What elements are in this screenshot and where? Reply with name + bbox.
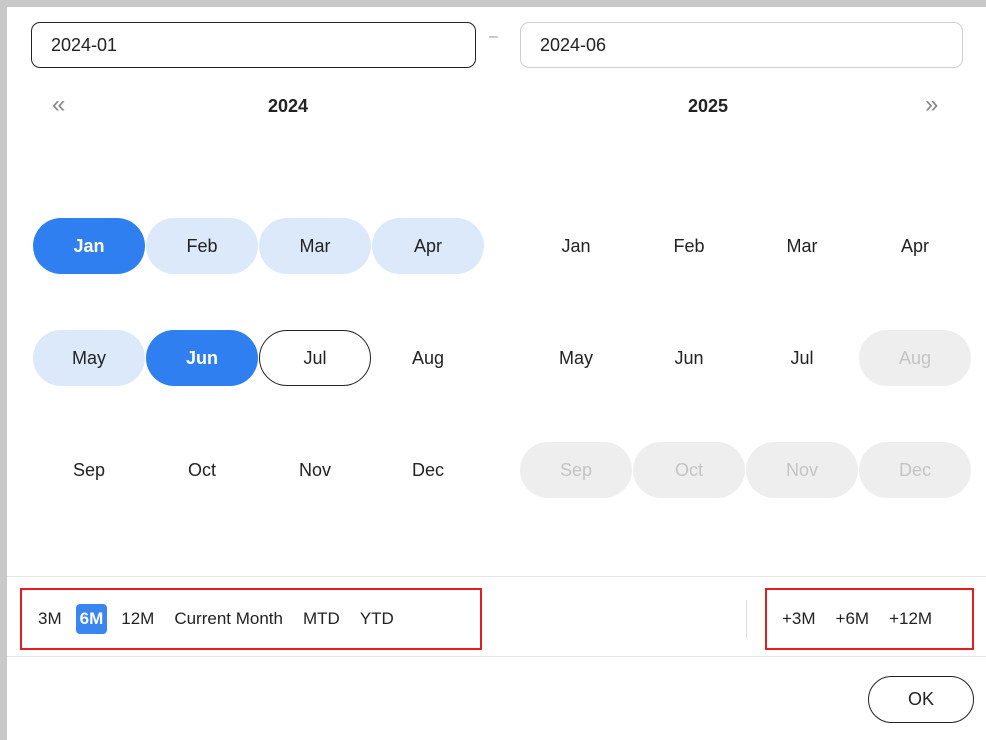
month-cell-2025-may[interactable]: May	[520, 330, 632, 386]
preset-plus-3m[interactable]: +3M	[782, 604, 816, 634]
divider	[7, 656, 986, 657]
month-cell-2025-nov: Nov	[746, 442, 858, 498]
frame-border-top	[0, 0, 986, 7]
month-cell-2024-jun[interactable]: Jun	[146, 330, 258, 386]
month-cell-2024-may[interactable]: May	[33, 330, 145, 386]
month-cell-2025-sep: Sep	[520, 442, 632, 498]
month-cell-2024-oct[interactable]: Oct	[146, 442, 258, 498]
end-date-value: 2024-06	[540, 34, 607, 55]
preset-group-back: 3M 6M 12M Current Month MTD YTD	[20, 588, 482, 650]
month-cell-2024-sep[interactable]: Sep	[33, 442, 145, 498]
month-cell-2025-mar[interactable]: Mar	[746, 218, 858, 274]
range-separator: –	[489, 28, 498, 45]
month-cell-2025-oct: Oct	[633, 442, 745, 498]
month-cell-2024-mar[interactable]: Mar	[259, 218, 371, 274]
preset-3m[interactable]: 3M	[38, 604, 62, 634]
frame-border-left	[0, 0, 7, 740]
ok-button[interactable]: OK	[868, 676, 974, 723]
preset-separator	[746, 600, 747, 638]
preset-group-forward: +3M +6M +12M	[765, 588, 974, 650]
right-panel-year: 2025	[688, 96, 729, 116]
month-cell-2024-apr[interactable]: Apr	[372, 218, 484, 274]
preset-6m[interactable]: 6M	[75, 604, 108, 634]
month-cell-2025-dec: Dec	[859, 442, 971, 498]
month-cell-2024-aug[interactable]: Aug	[372, 330, 484, 386]
preset-ytd[interactable]: YTD	[360, 604, 394, 634]
month-cell-2024-jul[interactable]: Jul	[259, 330, 371, 386]
start-date-value: 2024-01	[51, 34, 118, 55]
month-cell-2025-jan[interactable]: Jan	[520, 218, 632, 274]
left-panel-year: 2024	[268, 96, 309, 116]
preset-current-month[interactable]: Current Month	[174, 604, 283, 634]
month-cell-2025-jun[interactable]: Jun	[633, 330, 745, 386]
next-year-icon[interactable]: »	[925, 92, 938, 118]
divider	[7, 576, 986, 577]
end-date-input[interactable]: 2024-06	[520, 22, 963, 68]
prev-year-icon[interactable]: «	[52, 92, 65, 118]
month-cell-2024-feb[interactable]: Feb	[146, 218, 258, 274]
month-cell-2025-apr[interactable]: Apr	[859, 218, 971, 274]
month-cell-2024-dec[interactable]: Dec	[372, 442, 484, 498]
preset-plus-6m[interactable]: +6M	[836, 604, 870, 634]
preset-mtd[interactable]: MTD	[303, 604, 340, 634]
month-cell-2025-feb[interactable]: Feb	[633, 218, 745, 274]
month-cell-2025-aug: Aug	[859, 330, 971, 386]
month-cell-2025-jul[interactable]: Jul	[746, 330, 858, 386]
month-cell-2024-jan[interactable]: Jan	[33, 218, 145, 274]
preset-12m[interactable]: 12M	[121, 604, 154, 634]
start-date-input[interactable]: 2024-01	[31, 22, 476, 68]
preset-plus-12m[interactable]: +12M	[889, 604, 932, 634]
month-cell-2024-nov[interactable]: Nov	[259, 442, 371, 498]
